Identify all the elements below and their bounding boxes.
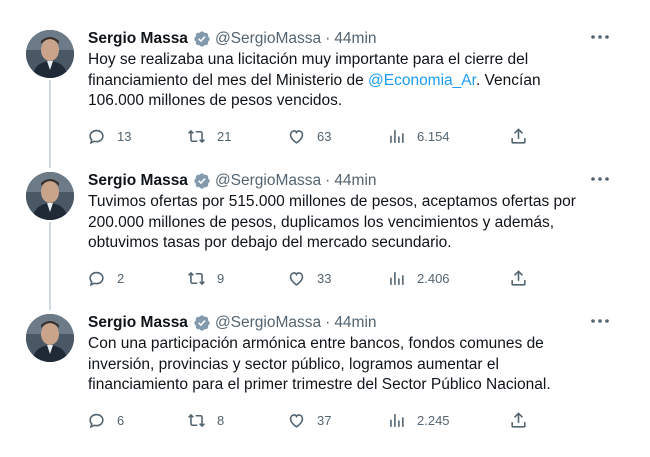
text-segment: . Vencían: [475, 71, 541, 89]
views-count: 2.245: [417, 412, 450, 428]
tweet-header: Sergio Massa @SergioMassa · 44min: [88, 28, 377, 50]
retweet-count: 8: [217, 412, 225, 428]
more-icon[interactable]: [587, 26, 613, 48]
retweet-icon: [188, 129, 205, 143]
views-button[interactable]: 2.245: [387, 408, 450, 432]
like-count: 37: [317, 412, 332, 428]
tweet-text-line: 106.000 millones de pesos vencidos.: [88, 92, 343, 109]
action-bar: 2 9 33 2.406: [0, 266, 650, 290]
separator-dot: ·: [325, 30, 331, 47]
tweet-text: Hoy se realizaba una licitación muy impo…: [88, 50, 608, 112]
views-count: 6.154: [417, 128, 450, 144]
tweet-text-line: financiamiento para el primer trimestre …: [88, 376, 551, 393]
author-name[interactable]: Sergio Massa: [88, 314, 188, 332]
share-button[interactable]: [509, 266, 528, 290]
like-button[interactable]: 33: [287, 266, 331, 290]
author-handle[interactable]: @SergioMassa: [215, 30, 321, 48]
more-icon[interactable]: [587, 310, 613, 332]
share-icon: [511, 411, 526, 428]
share-button[interactable]: [509, 408, 528, 432]
share-icon: [511, 269, 526, 286]
like-button[interactable]: 37: [287, 408, 331, 432]
tweet-text-line: financiamiento del mes del Ministerio de…: [88, 71, 608, 92]
reply-count: 2: [117, 270, 125, 286]
separator-dot: ·: [325, 172, 331, 189]
verified-badge-icon: [193, 172, 211, 190]
avatar-photo: [26, 30, 74, 78]
avatar-photo: [26, 314, 74, 362]
tweet[interactable]: Sergio Massa @SergioMassa · 44min Con un…: [0, 292, 650, 434]
views-icon: [390, 271, 404, 285]
reply-icon: [89, 413, 104, 428]
action-bar: 6 8 37 2.245: [0, 408, 650, 432]
tweet-text: Con una participación armónica entre ban…: [88, 334, 608, 396]
tweet-header: Sergio Massa @SergioMassa · 44min: [88, 312, 377, 334]
retweet-icon: [188, 271, 205, 285]
like-count: 63: [317, 128, 332, 144]
text-segment: financiamiento del mes del Ministerio de: [88, 71, 368, 89]
timestamp[interactable]: 44min: [334, 172, 376, 190]
views-button[interactable]: 6.154: [387, 124, 450, 148]
reply-button[interactable]: 2: [87, 266, 124, 290]
avatar[interactable]: [26, 172, 74, 220]
views-icon: [390, 413, 404, 427]
tweet-text-line: inversión, provincias y sector público, …: [88, 355, 499, 373]
author-name[interactable]: Sergio Massa: [88, 172, 188, 190]
timestamp[interactable]: 44min: [334, 30, 376, 48]
like-icon: [289, 129, 304, 144]
reply-icon: [89, 129, 104, 144]
action-bar: 13 21 63 6.154: [0, 124, 650, 148]
author-handle[interactable]: @SergioMassa: [215, 172, 321, 190]
retweet-button[interactable]: 8: [187, 408, 224, 432]
tweet-text-line: Hoy se realizaba una licitación muy impo…: [88, 51, 529, 68]
reply-icon: [89, 271, 104, 286]
retweet-count: 9: [217, 270, 225, 286]
retweet-button[interactable]: 21: [187, 124, 231, 148]
tweet-text-line: Tuvimos ofertas por 515.000 millones de …: [88, 193, 576, 210]
views-icon: [390, 129, 404, 143]
more-icon[interactable]: [587, 168, 613, 190]
separator-dot: ·: [325, 314, 331, 331]
retweet-button[interactable]: 9: [187, 266, 224, 290]
tweet-text-line: 200.000 millones de pesos, duplicamos lo…: [88, 213, 555, 231]
avatar[interactable]: [26, 30, 74, 78]
avatar[interactable]: [26, 314, 74, 362]
mention-link[interactable]: @Economia_Ar: [368, 72, 476, 89]
tweet-text-line: Con una participación armónica entre ban…: [88, 335, 544, 352]
tweet-text: Tuvimos ofertas por 515.000 millones de …: [88, 192, 608, 254]
tweet-text-line: obtuvimos tasas por debajo del mercado s…: [88, 234, 452, 251]
tweet-header: Sergio Massa @SergioMassa · 44min: [88, 170, 377, 192]
verified-badge-icon: [193, 30, 211, 48]
retweet-icon: [188, 413, 205, 427]
tweet[interactable]: Sergio Massa @SergioMassa · 44min Tuvimo…: [0, 150, 650, 292]
share-button[interactable]: [509, 124, 528, 148]
share-icon: [511, 127, 526, 144]
tweet[interactable]: Sergio Massa @SergioMassa · 44min Hoy se…: [0, 8, 650, 150]
author-handle[interactable]: @SergioMassa: [215, 314, 321, 332]
views-count: 2.406: [417, 270, 450, 286]
reply-button[interactable]: 6: [87, 408, 124, 432]
timestamp[interactable]: 44min: [334, 314, 376, 332]
reply-count: 6: [117, 412, 125, 428]
author-name[interactable]: Sergio Massa: [88, 30, 188, 48]
like-button[interactable]: 63: [287, 124, 331, 148]
reply-count: 13: [117, 128, 132, 144]
like-icon: [289, 413, 304, 428]
verified-badge-icon: [193, 314, 211, 332]
avatar-photo: [26, 172, 74, 220]
views-button[interactable]: 2.406: [387, 266, 450, 290]
like-count: 33: [317, 270, 332, 286]
reply-button[interactable]: 13: [87, 124, 131, 148]
retweet-count: 21: [217, 128, 232, 144]
like-icon: [289, 271, 304, 286]
